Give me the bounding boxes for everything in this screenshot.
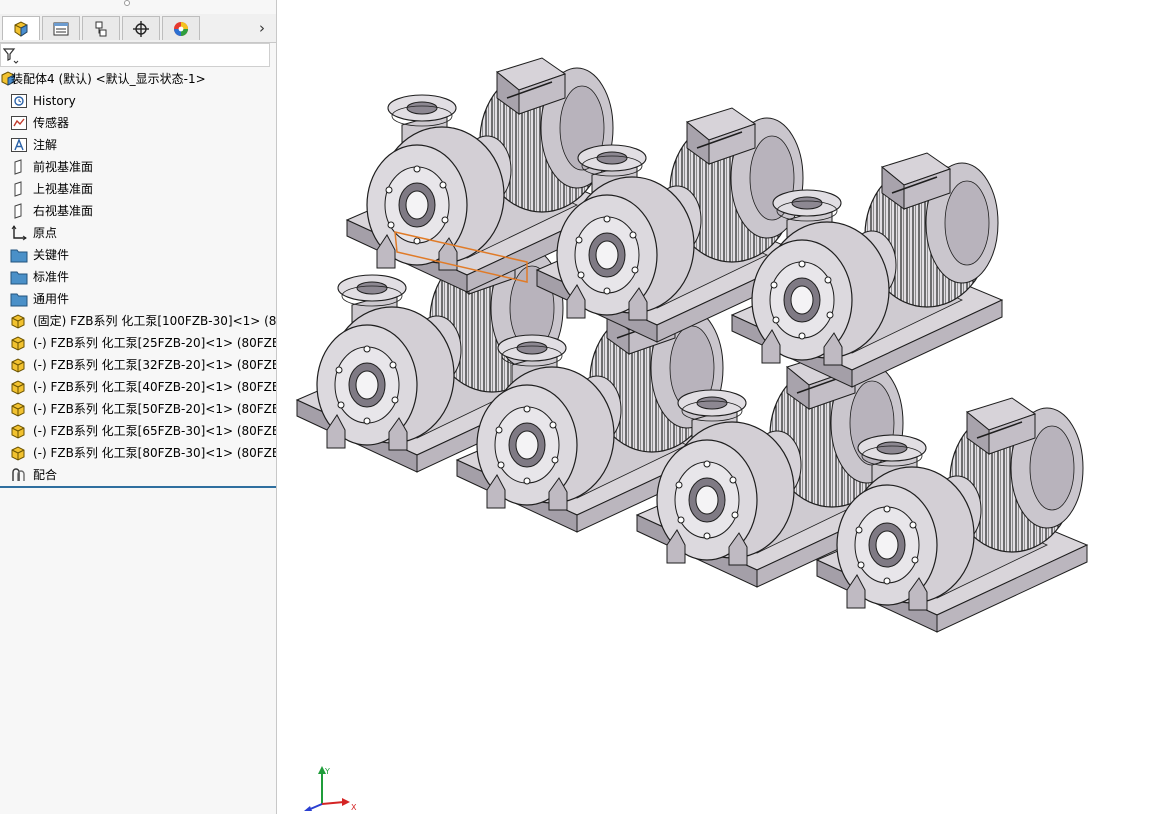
tree-component-6[interactable]: (-) FZB系列 化工泵[80FZB-30]<1> (80FZB-4 [0, 442, 276, 464]
tree-item-history[interactable]: History [0, 90, 276, 112]
tree-item-sensors[interactable]: 传感器 [0, 112, 276, 134]
tree-item-top-plane[interactable]: 上视基准面 [0, 178, 276, 200]
history-icon [11, 94, 27, 108]
tree-component-3[interactable]: (-) FZB系列 化工泵[40FZB-20]<1> (80FZB-4 [0, 376, 276, 398]
tree-item-folder-standard-parts[interactable]: 标准件 [0, 266, 276, 288]
tree-component-label: (固定) FZB系列 化工泵[100FZB-30]<1> (80F [33, 314, 277, 328]
component-icon [11, 336, 25, 351]
tree-item-label: 原点 [33, 226, 58, 240]
plane-icon [14, 181, 22, 197]
tree-item-label: 前视基准面 [33, 160, 94, 174]
component-icon [11, 314, 25, 329]
tree-item-folder-key-parts[interactable]: 关键件 [0, 244, 276, 266]
panel-grip-handle[interactable] [124, 0, 130, 6]
filter-icon[interactable] [3, 47, 21, 65]
tree-item-annotations[interactable]: 注解 [0, 134, 276, 156]
manager-tab-bar: › [0, 14, 276, 43]
rollback-bar[interactable] [0, 486, 276, 488]
tree-item-origin[interactable]: 原点 [0, 222, 276, 244]
tree-component-label: (-) FZB系列 化工泵[65FZB-30]<1> (80FZB-4 [33, 424, 277, 438]
feature-tree-icon [14, 20, 28, 37]
component-icon [11, 402, 25, 417]
triad-y-label: Y [324, 767, 330, 776]
configuration-icon [95, 21, 107, 36]
sensor-icon [11, 116, 27, 130]
tree-root-label: 装配体4 (默认) <默认_显示状态-1> [11, 72, 206, 86]
folder-icon [10, 249, 28, 263]
tree-component-4[interactable]: (-) FZB系列 化工泵[50FZB-20]<1> (80FZB-4 [0, 398, 276, 420]
property-list-icon [53, 22, 69, 35]
reference-triad: Y X [304, 766, 357, 812]
tab-property-manager[interactable] [42, 16, 80, 40]
tab-feature-manager[interactable] [2, 16, 40, 40]
feature-manager-panel: › 装配体4 (默认) <默认_显示状态-1> History 传感器 注解 前… [0, 0, 277, 814]
tree-component-label: (-) FZB系列 化工泵[32FZB-20]<1> (80FZB-4 [33, 358, 277, 372]
tree-item-label: 上视基准面 [33, 182, 94, 196]
tree-item-folder-common-parts[interactable]: 通用件 [0, 288, 276, 310]
tree-item-label: 标准件 [33, 270, 70, 284]
graphics-viewport[interactable] [277, 0, 1168, 814]
crosshair-icon [133, 20, 149, 37]
tree-component-label: (-) FZB系列 化工泵[50FZB-20]<1> (80FZB-4 [33, 402, 277, 416]
tree-item-label: 右视基准面 [33, 204, 94, 218]
mates-icon [12, 468, 25, 481]
tab-dimxpert-manager[interactable] [122, 16, 160, 40]
tree-item-front-plane[interactable]: 前视基准面 [0, 156, 276, 178]
tree-item-label: 传感器 [33, 116, 70, 130]
tree-filter-bar[interactable] [0, 43, 270, 67]
plane-icon [14, 203, 22, 219]
component-icon [11, 446, 25, 461]
plane-icon [14, 159, 22, 175]
tree-component-label: (-) FZB系列 化工泵[80FZB-30]<1> (80FZB-4 [33, 446, 277, 460]
tree-item-label: 通用件 [33, 292, 70, 306]
folder-icon [10, 293, 28, 307]
tree-component-1[interactable]: (-) FZB系列 化工泵[25FZB-20]<1> (80FZB-4 [0, 332, 276, 354]
tree-item-right-plane[interactable]: 右视基准面 [0, 200, 276, 222]
tree-item-label: History [33, 94, 76, 108]
feature-tree: 装配体4 (默认) <默认_显示状态-1> History 传感器 注解 前视基… [0, 68, 276, 486]
triad-x-label: X [351, 803, 357, 812]
component-icon [11, 358, 25, 373]
tree-root-assembly[interactable]: 装配体4 (默认) <默认_显示状态-1> [0, 68, 276, 90]
component-icon [11, 380, 25, 395]
tree-item-label: 配合 [33, 468, 58, 482]
tree-item-label: 关键件 [33, 248, 70, 262]
tab-display-manager[interactable] [162, 16, 200, 40]
tree-component-5[interactable]: (-) FZB系列 化工泵[65FZB-30]<1> (80FZB-4 [0, 420, 276, 442]
tree-item-label: 注解 [33, 138, 58, 152]
tree-component-2[interactable]: (-) FZB系列 化工泵[32FZB-20]<1> (80FZB-4 [0, 354, 276, 376]
tree-component-label: (-) FZB系列 化工泵[40FZB-20]<1> (80FZB-4 [33, 380, 277, 394]
component-icon [11, 424, 25, 439]
tab-configuration-manager[interactable] [82, 16, 120, 40]
color-wheel-icon [174, 21, 188, 36]
tab-bar-expand-arrow[interactable]: › [254, 16, 270, 40]
annotation-icon [11, 138, 27, 152]
tree-component-label: (-) FZB系列 化工泵[25FZB-20]<1> (80FZB-4 [33, 336, 277, 350]
origin-icon [11, 225, 27, 241]
tree-item-mates[interactable]: 配合 [0, 464, 276, 486]
pump-assembly-model[interactable] [277, 0, 1168, 814]
folder-icon [10, 271, 28, 285]
tree-component-0[interactable]: (固定) FZB系列 化工泵[100FZB-30]<1> (80F [0, 310, 276, 332]
